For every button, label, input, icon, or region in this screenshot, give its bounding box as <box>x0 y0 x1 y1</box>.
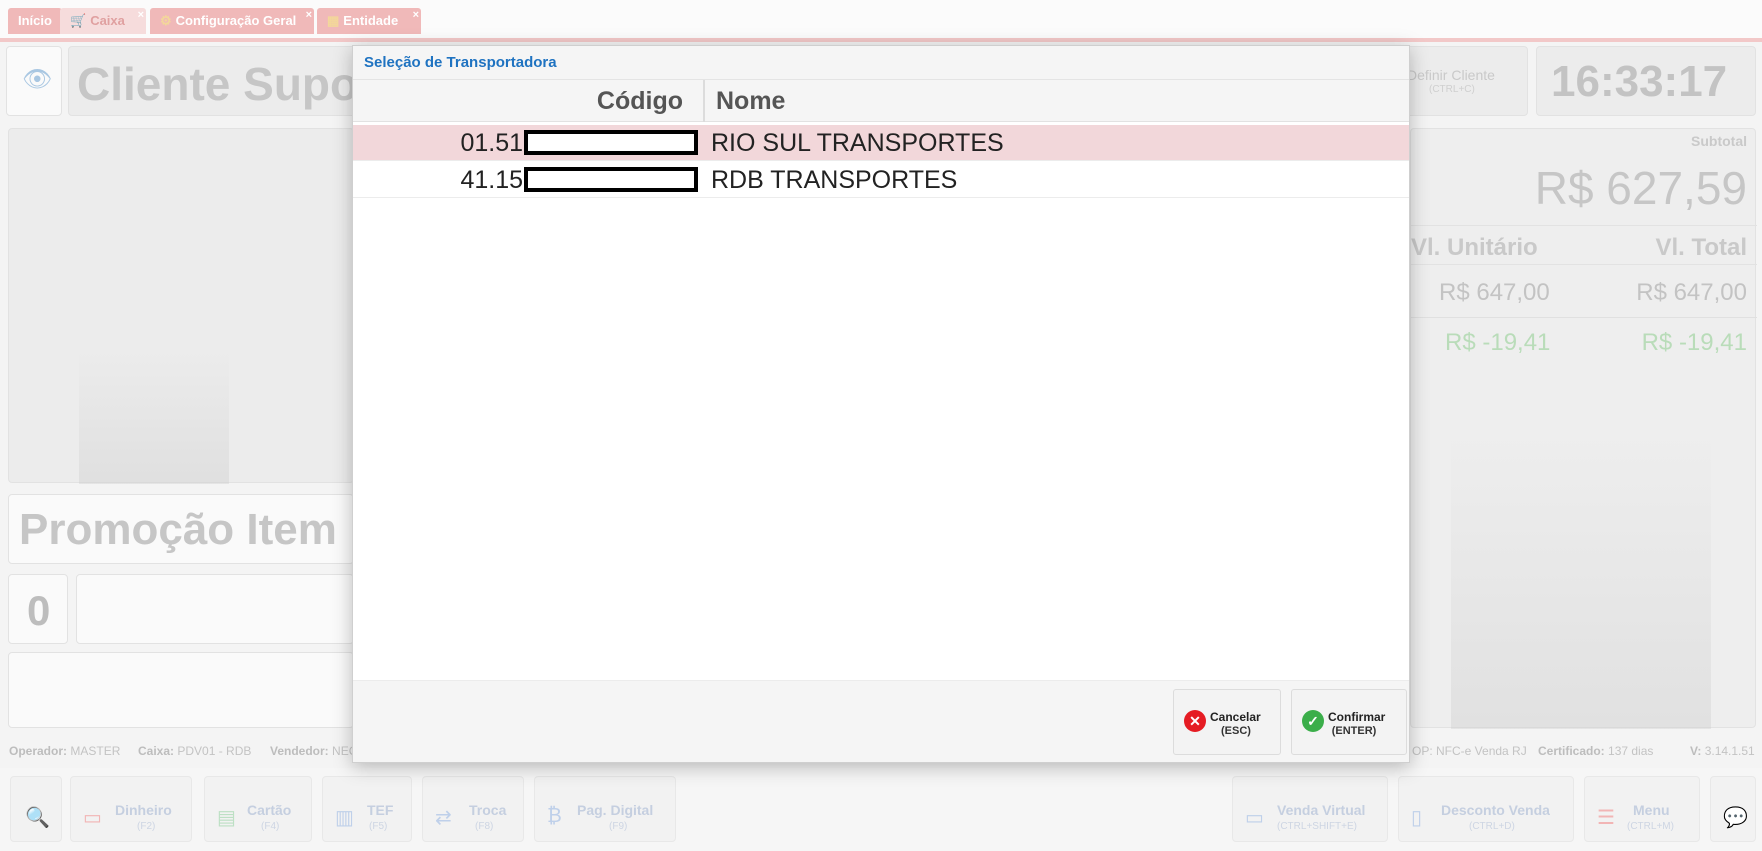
client-name: Cliente Supo <box>77 58 359 110</box>
status-vendedor: Vendedor: NEC <box>270 744 358 758</box>
tef-button[interactable]: ▥ TEF (F5) <box>322 776 412 842</box>
row-name: RIO SUL TRANSPORTES <box>711 129 1004 157</box>
pos-terminal-icon: ▥ <box>335 807 354 829</box>
status-caixa: Caixa: PDV01 - RDB <box>138 744 252 758</box>
bottom-toolbar: 🔍 ▭ Dinheiro (F2) ▤ Cartão (F4) ▥ TEF (F5) ⇄ Tr… <box>0 768 1762 851</box>
tab-configuracao-geral[interactable]: ⚙ Configuração Geral × <box>150 8 314 34</box>
col-total-price: Vl. Total <box>1655 234 1747 261</box>
quantity-box: 0 <box>8 574 68 644</box>
troca-button[interactable]: ⇄ Troca (F8) <box>422 776 524 842</box>
column-header-codigo[interactable]: Código <box>353 80 705 122</box>
chat-icon: 💬 <box>1723 807 1748 829</box>
status-operador: Operador: MASTER <box>9 744 121 758</box>
tab-caixa[interactable]: 🛒 Caixa × <box>60 8 146 34</box>
product-image-panel <box>8 128 354 484</box>
redacted-box <box>524 130 698 155</box>
tab-entidade[interactable]: ▦ Entidade × <box>317 8 421 34</box>
tab-bar: Início 🛒 Caixa × ⚙ Configuração Geral × ▦ Ent… <box>0 0 1762 40</box>
status-version: V: 3.14.1.51 <box>1690 744 1755 758</box>
bitcoin-icon: ₿ <box>547 805 562 827</box>
clock: 16:33:17 <box>1551 57 1728 106</box>
palm-decoration <box>79 349 229 484</box>
row-name: RDB TRANSPORTES <box>711 166 958 194</box>
subtotal-label: Subtotal <box>1691 133 1747 149</box>
hamburger-icon: ☰ <box>1597 807 1615 829</box>
status-certificado: Certificado: 137 dias <box>1538 744 1654 758</box>
define-client-label: Definir Cliente <box>1407 67 1495 83</box>
cancel-button[interactable]: ✕ Cancelar (ESC) <box>1173 689 1281 755</box>
row-code: 41.15 <box>460 166 523 194</box>
confirm-label: Confirmar <box>1328 710 1386 724</box>
dialog-title: Seleção de Transportadora <box>364 54 557 71</box>
cash-icon: ▭ <box>83 807 102 829</box>
desconto-venda-button[interactable]: ▯ Desconto Venda (CTRL+D) <box>1398 776 1574 842</box>
totals-panel: Subtotal R$ 627,59 Vl. Unitário Vl. Tota… <box>1410 128 1757 729</box>
search-button[interactable]: 🔍 <box>10 776 62 842</box>
check-icon: ✓ <box>1302 710 1324 732</box>
close-icon[interactable]: × <box>138 2 144 28</box>
quantity-value: 0 <box>27 587 51 634</box>
eye-icon: 👁 <box>22 66 53 93</box>
define-client-key: (CTRL+C) <box>1429 84 1475 95</box>
cancel-label: Cancelar <box>1210 710 1261 724</box>
carrier-selection-dialog: Seleção de Transportadora Código Nome 01… <box>352 45 1410 763</box>
close-icon[interactable]: × <box>306 2 312 28</box>
clock-panel: 16:33:17 <box>1536 46 1756 116</box>
close-icon[interactable]: × <box>413 2 419 28</box>
palm-decoration <box>1451 429 1711 729</box>
gear-icon: ⚙ <box>160 13 172 28</box>
client-panel: Cliente Supo <box>68 46 368 116</box>
redacted-box <box>524 167 698 192</box>
cancel-icon: ✕ <box>1184 710 1206 732</box>
discount-unit: R$ -19,41 <box>1445 329 1551 356</box>
status-op: OP: NFC-e Venda RJ <box>1412 744 1527 758</box>
phone-discount-icon: ▯ <box>1411 807 1423 829</box>
barcode-input[interactable] <box>8 652 354 728</box>
subtotal-value: R$ 627,59 <box>1534 162 1747 214</box>
promo-title: Promoção Item <box>19 505 337 554</box>
quantity-input-area[interactable] <box>76 574 354 644</box>
confirm-key: (ENTER) <box>1331 725 1377 737</box>
menu-button[interactable]: ☰ Menu (CTRL+M) <box>1584 776 1700 842</box>
exchange-icon: ⇄ <box>435 807 452 829</box>
view-toggle-button[interactable]: 👁 <box>6 46 62 116</box>
tab-bar-underline <box>0 38 1762 42</box>
chat-button[interactable]: 💬 <box>1710 776 1756 842</box>
row-code: 01.51 <box>460 129 523 157</box>
table-row[interactable]: 01.51 RIO SUL TRANSPORTES <box>353 125 1409 161</box>
confirm-button[interactable]: ✓ Confirmar (ENTER) <box>1291 689 1407 755</box>
table-row[interactable]: 41.15 RDB TRANSPORTES <box>353 162 1409 198</box>
column-header-nome[interactable]: Nome <box>716 80 785 122</box>
items-header: Vl. Unitário Vl. Total <box>1411 225 1757 265</box>
pag-digital-button[interactable]: ₿ Pag. Digital (F9) <box>534 776 676 842</box>
card-icon: ▤ <box>217 807 236 829</box>
divider <box>1411 317 1757 318</box>
venda-virtual-button[interactable]: ▭ Venda Virtual (CTRL+SHIFT+E) <box>1232 776 1388 842</box>
promo-panel: Promoção Item <box>8 494 354 564</box>
dialog-footer: ✕ Cancelar (ESC) ✓ Confirmar (ENTER) <box>353 680 1409 762</box>
dinheiro-button[interactable]: ▭ Dinheiro (F2) <box>70 776 192 842</box>
dialog-header: Seleção de Transportadora <box>353 46 1409 80</box>
discount-total: R$ -19,41 <box>1641 329 1747 356</box>
item-total-price: R$ 647,00 <box>1636 279 1747 306</box>
search-icon: 🔍 <box>25 807 50 829</box>
grid-header: Código Nome <box>353 80 1409 122</box>
tab-inicio[interactable]: Início <box>8 8 62 34</box>
col-unit-price: Vl. Unitário <box>1411 234 1538 261</box>
item-unit-price: R$ 647,00 <box>1439 279 1550 306</box>
cartao-button[interactable]: ▤ Cartão (F4) <box>204 776 312 842</box>
cancel-key: (ESC) <box>1221 725 1251 737</box>
cart-icon: 🛒 <box>70 13 87 28</box>
define-client-button[interactable]: Definir Cliente (CTRL+C) <box>1400 46 1528 116</box>
laptop-icon: ▭ <box>1245 807 1264 829</box>
building-icon: ▦ <box>327 13 340 28</box>
